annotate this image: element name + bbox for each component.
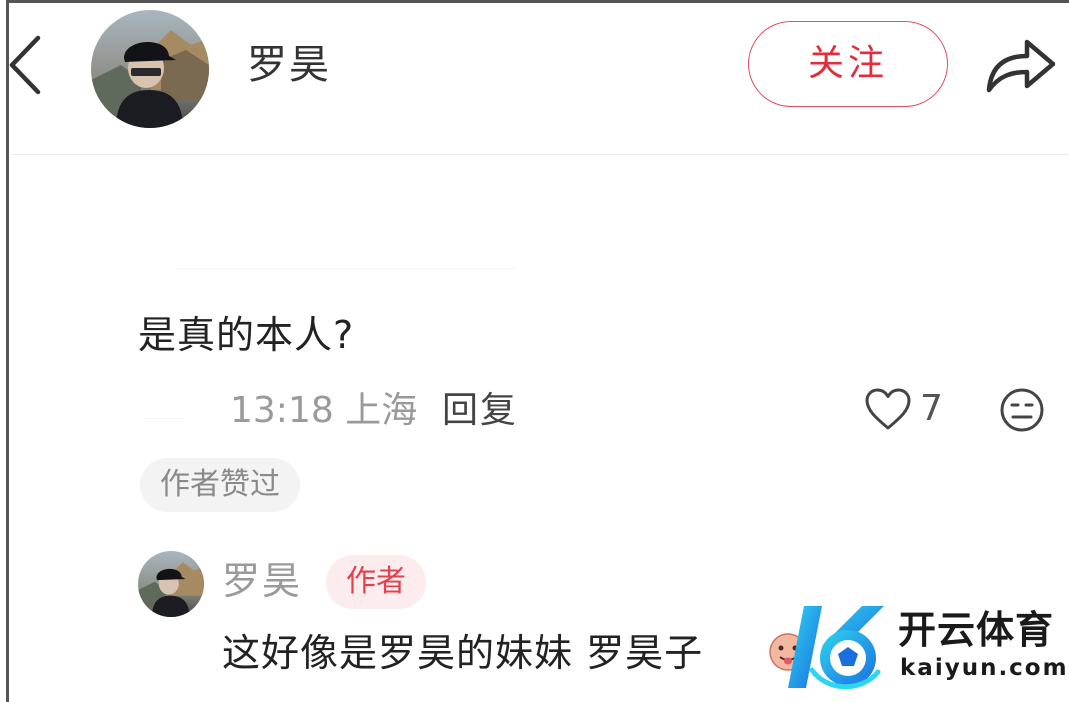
user-avatar[interactable] bbox=[91, 10, 209, 128]
like-count: 7 bbox=[920, 388, 943, 429]
comment-text: 是真的本人? bbox=[138, 313, 355, 357]
screen-frame-top bbox=[0, 0, 1069, 3]
comment-timestamp-location: 13:18 上海 bbox=[230, 390, 418, 431]
author-badge: 作者 bbox=[326, 555, 426, 609]
back-chevron-icon bbox=[9, 35, 41, 95]
like-button[interactable]: 7 bbox=[864, 384, 943, 434]
meh-face-icon bbox=[1000, 388, 1044, 432]
author-liked-tag: 作者赞过 bbox=[140, 458, 300, 512]
watermark-brand: 开云体育 bbox=[898, 608, 1055, 652]
heart-outline-icon bbox=[865, 388, 911, 430]
header-divider bbox=[12, 154, 1069, 155]
watermark-domain: kaiyun.com bbox=[900, 655, 1069, 681]
kaiyun-logo-icon bbox=[782, 600, 890, 694]
back-button[interactable] bbox=[6, 32, 46, 98]
reply-author-name[interactable]: 罗昊 bbox=[222, 556, 302, 606]
share-button[interactable] bbox=[983, 32, 1059, 98]
avatar-photo-image bbox=[91, 10, 209, 128]
reply-author-avatar[interactable] bbox=[138, 551, 204, 617]
reply-text: 这好像是罗昊的妹妹 罗昊子 bbox=[222, 631, 704, 675]
screen-frame-left bbox=[0, 0, 9, 702]
share-arrow-icon bbox=[986, 39, 1056, 93]
follow-button[interactable]: 关注 bbox=[748, 21, 948, 107]
dislike-button[interactable] bbox=[998, 386, 1046, 434]
faded-line bbox=[145, 418, 185, 419]
page-title: 罗昊 bbox=[247, 42, 331, 88]
avatar-photo-image bbox=[138, 551, 204, 617]
reply-button[interactable]: 回复 bbox=[442, 386, 518, 436]
faded-line bbox=[175, 268, 515, 269]
